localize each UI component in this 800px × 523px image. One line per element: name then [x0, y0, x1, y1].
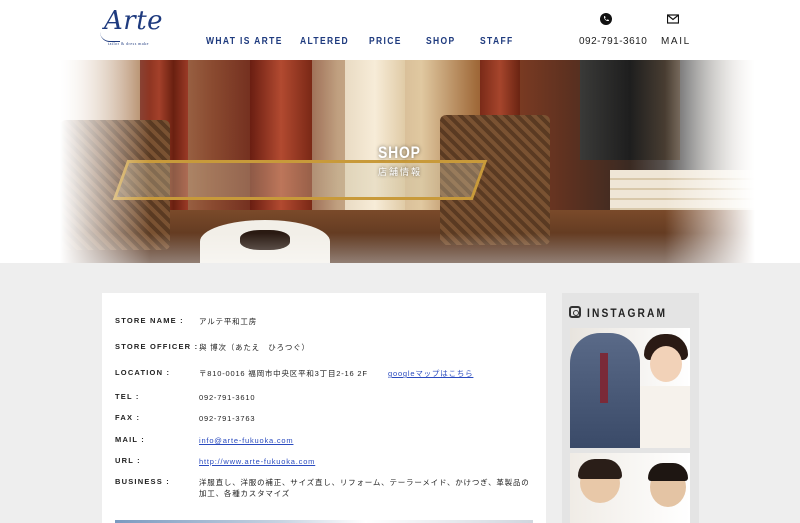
nav-item-altered[interactable]: ALTERED [300, 36, 349, 47]
header-phone-number[interactable]: 092-791-3610 [579, 36, 647, 47]
site-logo[interactable]: Arte tailor & dress make [100, 6, 164, 50]
site-header: Arte tailor & dress make WHAT IS ARTE AL… [0, 0, 800, 60]
nav-item-shop[interactable]: SHOP [426, 36, 456, 47]
location-value: 〒810-0016 福岡市中央区平和3丁目2-16 2F [199, 369, 368, 378]
store-info-panel: STORE NAME : アルテ平和工房 STORE OFFICER : 與 博… [102, 293, 546, 523]
mail-icon[interactable] [667, 13, 679, 25]
location-label: LOCATION : [115, 368, 171, 377]
instagram-photo[interactable] [570, 453, 690, 523]
instagram-widget: INSTAGRAM [562, 293, 699, 523]
header-mail-link[interactable]: MAIL [661, 36, 691, 47]
fax-value: 092-791-3763 [199, 414, 256, 423]
photo-hair [648, 463, 688, 481]
photo-blouse [640, 386, 690, 448]
hero-glass-table [112, 160, 488, 200]
fax-label: FAX : [115, 413, 141, 422]
nav-item-price[interactable]: PRICE [369, 36, 402, 47]
photo-hair [578, 459, 622, 479]
mail-link[interactable]: info@arte-fukuoka.com [199, 435, 293, 446]
business-value: 洋服直し、洋服の補正、サイズ直し、リフォーム、テーラーメイド、かけつぎ、革製品の… [199, 478, 530, 498]
logo-text: Arte [104, 6, 164, 36]
instagram-icon [569, 306, 581, 318]
url-label: URL : [115, 456, 141, 465]
page-title: SHOP [378, 143, 421, 162]
phone-icon[interactable] [600, 13, 612, 25]
instagram-photo[interactable] [570, 328, 690, 448]
instagram-title: INSTAGRAM [587, 306, 668, 320]
store-officer-value: 與 博次（あたえ ひろつぐ） [199, 343, 310, 352]
nav-item-what-is-arte[interactable]: WHAT IS ARTE [206, 36, 283, 47]
tel-label: TEL : [115, 392, 140, 401]
store-officer-label: STORE OFFICER : [115, 342, 199, 351]
hero-banner: SHOP 店舗情報 [0, 60, 800, 263]
store-name-value: アルテ平和工房 [199, 317, 258, 326]
photo-face [650, 346, 682, 382]
website-link[interactable]: http://www.arte-fukuoka.com [199, 456, 315, 467]
mail-label: MAIL : [115, 435, 145, 444]
store-name-label: STORE NAME : [115, 316, 184, 325]
nav-item-staff[interactable]: STAFF [480, 36, 514, 47]
google-map-link[interactable]: googleマップはこちら [388, 368, 473, 379]
hero-fade-bottom [60, 233, 755, 263]
page-subtitle: 店舗情報 [378, 167, 423, 177]
logo-subtitle: tailor & dress make [108, 41, 149, 46]
tel-value: 092-791-3610 [199, 393, 256, 402]
photo-tie [600, 353, 608, 403]
business-label: BUSINESS : [115, 477, 170, 486]
